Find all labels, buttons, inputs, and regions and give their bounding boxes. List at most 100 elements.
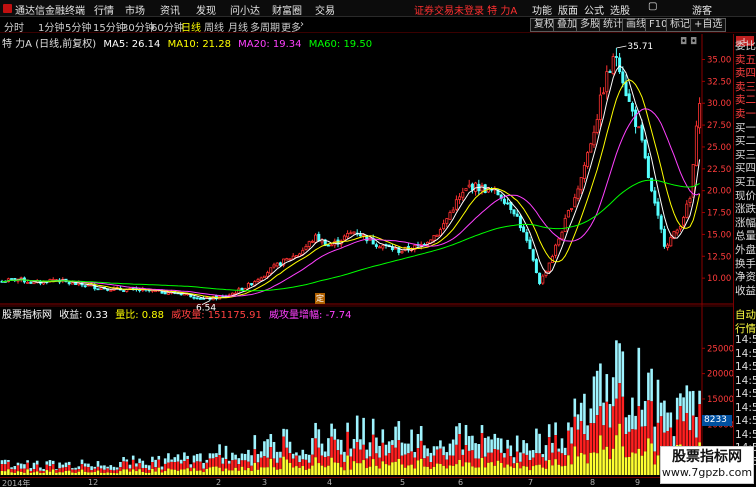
volume-bar [579, 420, 583, 453]
period-fenshi[interactable]: 分时 [4, 19, 24, 34]
volume-bar [99, 468, 103, 473]
volume-bar [64, 470, 68, 475]
period-1min[interactable]: 1分钟 [38, 19, 64, 34]
candle-body [669, 237, 673, 247]
volume-bar [160, 466, 164, 470]
volume-bar [147, 465, 151, 470]
volume-bar [7, 469, 10, 475]
candle-body [192, 296, 196, 299]
volume-bar [333, 462, 337, 475]
more-arrow-icon[interactable]: › [300, 19, 304, 30]
date-label: 3 [262, 478, 268, 487]
volume-bar [80, 459, 84, 465]
menu-banmian[interactable]: 版面 [558, 2, 578, 17]
period-monthly[interactable]: 月线 [228, 19, 248, 34]
volume-bar [541, 457, 545, 468]
candle-body [605, 71, 609, 93]
volume-bar [467, 462, 471, 475]
menu-jiaoyi[interactable]: 交易 [315, 2, 335, 17]
volume-bar [592, 423, 596, 453]
period-weekly[interactable]: 周线 [204, 19, 224, 34]
volume-bar [279, 469, 282, 475]
volume-bar [71, 468, 74, 470]
volume-bar [269, 434, 273, 448]
period-more[interactable]: 更多 [281, 19, 301, 34]
volume-bar [579, 452, 583, 475]
volume-bar [544, 460, 548, 469]
menu-shichang[interactable]: 市场 [125, 2, 145, 17]
menu-hangqing[interactable]: 行情 [94, 2, 114, 17]
period-multi[interactable]: 多周期 [250, 19, 280, 34]
volume-bar [343, 470, 346, 475]
volume-bar [643, 451, 647, 475]
volume-bar [202, 468, 205, 473]
period-daily[interactable]: 日线 [181, 19, 201, 34]
menu-wenxiaoda[interactable]: 问小达 [230, 2, 260, 17]
volume-bar [391, 440, 394, 445]
minimize-icon[interactable]: ▢ [648, 1, 657, 12]
volume-bar [615, 340, 618, 399]
menu-youke[interactable]: 游客 [692, 2, 712, 17]
menu-xuangu[interactable]: 选股 [610, 2, 630, 17]
period-15min[interactable]: 15分钟 [93, 19, 126, 34]
volume-bar [10, 468, 13, 473]
volume-bar [295, 466, 298, 475]
volume-bar [602, 402, 605, 426]
candle-body [358, 234, 362, 237]
volume-bar [490, 462, 493, 475]
volume-bar [90, 470, 93, 473]
volume-bar [71, 472, 74, 475]
menu-gongneng[interactable]: 功能 [532, 2, 552, 17]
volume-bar [186, 468, 189, 475]
menu-caifuquan[interactable]: 财富圈 [272, 2, 302, 17]
candle-body [560, 231, 564, 240]
volume-bar [167, 468, 170, 475]
volume-bar [151, 456, 154, 463]
volume-bar [282, 428, 285, 437]
menu-faxian[interactable]: 发现 [196, 2, 216, 17]
volume-bar [570, 427, 573, 444]
volume-bar [621, 446, 625, 475]
volume-bar [416, 460, 420, 475]
volume-bar [650, 401, 653, 444]
volume-bar [531, 457, 535, 467]
volume-bar [16, 471, 20, 475]
chart-settings-icon[interactable]: ◘ ◘ [680, 37, 697, 47]
volume-bar [503, 453, 506, 458]
candle-body [259, 277, 263, 281]
candle-body [688, 198, 692, 203]
watermark-url: www.7gpzb.com [661, 466, 753, 479]
period-5min[interactable]: 5分钟 [65, 19, 91, 34]
volume-bar [183, 461, 186, 470]
volume-bar [359, 449, 362, 464]
candle-body [51, 279, 55, 281]
volume-bar [359, 463, 362, 475]
candle-body [314, 234, 318, 243]
kline-chart[interactable]: 35.716.54 35.00 32.50 30.00 27.50 25.00 22.50… [0, 34, 733, 477]
candle-body [378, 246, 382, 249]
volume-bar [266, 467, 269, 475]
event-marker-icon[interactable]: 定 [315, 293, 325, 304]
volume-bar [327, 438, 330, 457]
menu-zixun[interactable]: 资讯 [160, 2, 180, 17]
volume-bar [323, 457, 327, 468]
candle-body [630, 102, 634, 112]
volume-bar [451, 439, 455, 456]
period-60min[interactable]: 60分钟 [151, 19, 184, 34]
candle-body [438, 229, 442, 236]
volume-bar [58, 462, 61, 469]
period-30min[interactable]: 30分钟 [122, 19, 155, 34]
volume-bar [429, 461, 433, 469]
tool-add-watchlist[interactable]: +自选 [690, 18, 727, 32]
volume-bar [279, 457, 282, 470]
volume-bar [45, 470, 49, 475]
volume-bar [554, 459, 557, 475]
menu-gongshi[interactable]: 公式 [584, 2, 604, 17]
volume-bar [583, 434, 586, 455]
volume-bar [483, 467, 487, 475]
volume-bar [320, 455, 324, 466]
volume-bar [19, 468, 23, 472]
volume-bar [42, 472, 45, 475]
volume-bar [112, 466, 116, 471]
volume-bar [647, 438, 650, 475]
